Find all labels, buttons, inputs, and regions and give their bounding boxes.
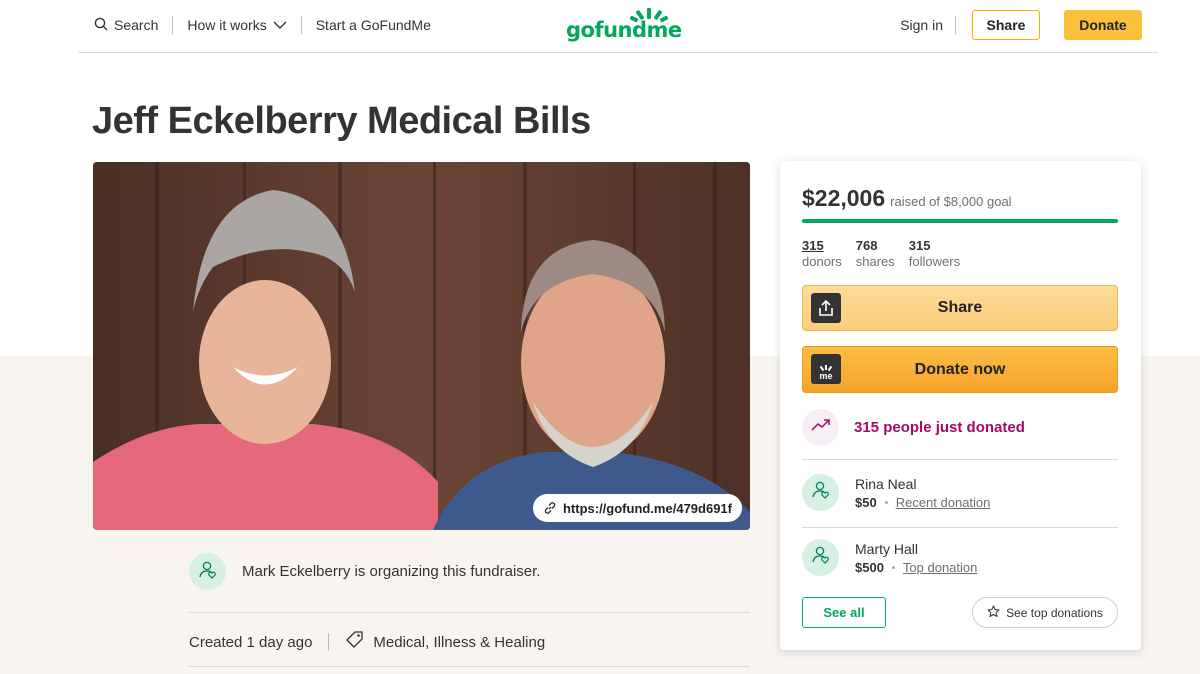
card-share-label: Share (937, 299, 983, 316)
donation-amount: $500 (855, 559, 884, 575)
header-donate-button[interactable]: Donate (1064, 10, 1142, 40)
donate-now-label: Donate now (914, 360, 1006, 378)
donation-item: Rina Neal $50 Recent donation (802, 474, 990, 511)
section-divider (189, 612, 750, 613)
organizer-row: Mark Eckelberry is organizing this fundr… (189, 553, 540, 590)
tag-icon (345, 630, 365, 654)
search-link[interactable]: Search (94, 17, 158, 34)
category-label: Medical, Illness & Healing (373, 633, 546, 651)
donation-card: $22,006 raised of $8,000 goal 315 donors… (780, 161, 1141, 650)
see-all-button[interactable]: See all (802, 597, 886, 628)
donation-info: Marty Hall $500 Top donation (855, 541, 977, 575)
organizer-avatar (189, 553, 226, 590)
stat-shares-label: shares (855, 254, 895, 269)
campaign-url: https://gofund.me/479d691f (562, 500, 732, 516)
amount-row: $22,006 raised of $8,000 goal (802, 185, 1012, 212)
campaign-title: Jeff Eckelberry Medical Bills (92, 100, 591, 142)
how-it-works-label: How it works (187, 17, 267, 33)
nav-divider (172, 16, 174, 34)
campaign-meta-row: Created 1 day ago Medical, Illness & Hea… (189, 630, 545, 654)
stats-row: 315 donors 768 shares 315 followers (802, 238, 960, 270)
chevron-down-icon (273, 17, 287, 33)
header-nav-left: Search How it works Start a GoFundMe (94, 0, 431, 50)
search-label: Search (114, 17, 159, 33)
recent-donations-text: 315 people just donated (854, 419, 1025, 436)
goal-text: raised of $8,000 goal (890, 194, 1012, 209)
category-link[interactable]: Medical, Illness & Healing (345, 630, 545, 654)
gofundme-logo[interactable]: gofundme (566, 8, 682, 41)
user-heart-icon (198, 560, 218, 584)
see-top-donations-label: See top donations (1006, 605, 1103, 620)
donation-amount: $50 (855, 494, 877, 510)
campaign-hero-image[interactable]: https://gofund.me/479d691f (93, 162, 750, 530)
sign-in-link[interactable]: Sign in (900, 17, 943, 33)
start-gofundme-label: Start a GoFundMe (315, 17, 431, 33)
nav-divider (300, 16, 302, 34)
organizer-text: Mark Eckelberry is organizing this fundr… (242, 563, 541, 580)
stat-donors-count: 315 (802, 238, 824, 253)
campaign-url-pill[interactable]: https://gofund.me/479d691f (532, 494, 742, 522)
me-icon-text: me (819, 371, 833, 381)
stat-donors-label: donors (802, 254, 842, 269)
search-icon (94, 17, 108, 34)
see-top-donations-button[interactable]: See top donations (972, 597, 1118, 628)
header-share-button[interactable]: Share (972, 10, 1040, 40)
logo-sprout-icon (628, 8, 670, 29)
separator-dot (884, 500, 888, 504)
stat-shares-count: 768 (855, 238, 878, 253)
header-nav-right: Sign in Share Donate (900, 0, 1142, 50)
section-divider (189, 666, 750, 667)
donor-avatar (802, 539, 839, 576)
card-share-button[interactable]: Share (802, 285, 1118, 331)
stat-shares: 768 shares (856, 238, 895, 270)
meta-divider (328, 633, 330, 651)
hero-photo (93, 162, 750, 530)
donation-detail: $50 Recent donation (855, 495, 990, 510)
donation-detail: $500 Top donation (855, 560, 977, 575)
stat-followers-label: followers (908, 254, 961, 269)
trend-avatar (802, 409, 839, 446)
stat-followers: 315 followers (909, 238, 960, 270)
donation-item: Marty Hall $500 Top donation (802, 539, 977, 576)
donor-name: Marty Hall (855, 540, 919, 557)
user-heart-icon (811, 480, 831, 505)
created-date: Created 1 day ago (189, 633, 313, 651)
donor-avatar (802, 474, 839, 511)
user-heart-icon (811, 545, 831, 570)
recent-activity-row: 315 people just donated (802, 409, 1025, 446)
card-divider (802, 527, 1118, 528)
share-upload-icon (811, 293, 841, 323)
site-header: Search How it works Start a GoFundMe gof… (78, 0, 1158, 53)
card-divider (802, 459, 1118, 460)
stat-followers-count: 315 (908, 238, 931, 253)
donate-now-button[interactable]: me Donate now (802, 346, 1118, 393)
how-it-works-menu[interactable]: How it works (187, 17, 287, 33)
link-icon (543, 501, 557, 515)
donation-tag-link[interactable]: Top donation (903, 560, 977, 575)
nav-divider (955, 16, 956, 34)
star-icon (987, 604, 1000, 621)
gofundme-me-icon: me (811, 354, 841, 384)
progress-fill (802, 219, 1118, 223)
progress-bar (802, 219, 1118, 223)
trend-up-icon (810, 418, 831, 437)
separator-dot (891, 565, 895, 569)
donor-name: Rina Neal (855, 475, 917, 492)
donation-info: Rina Neal $50 Recent donation (855, 476, 990, 510)
stat-donors[interactable]: 315 donors (802, 238, 842, 270)
raised-amount: $22,006 (802, 185, 886, 211)
donation-tag-link[interactable]: Recent donation (896, 495, 991, 510)
start-gofundme-link[interactable]: Start a GoFundMe (316, 17, 431, 33)
